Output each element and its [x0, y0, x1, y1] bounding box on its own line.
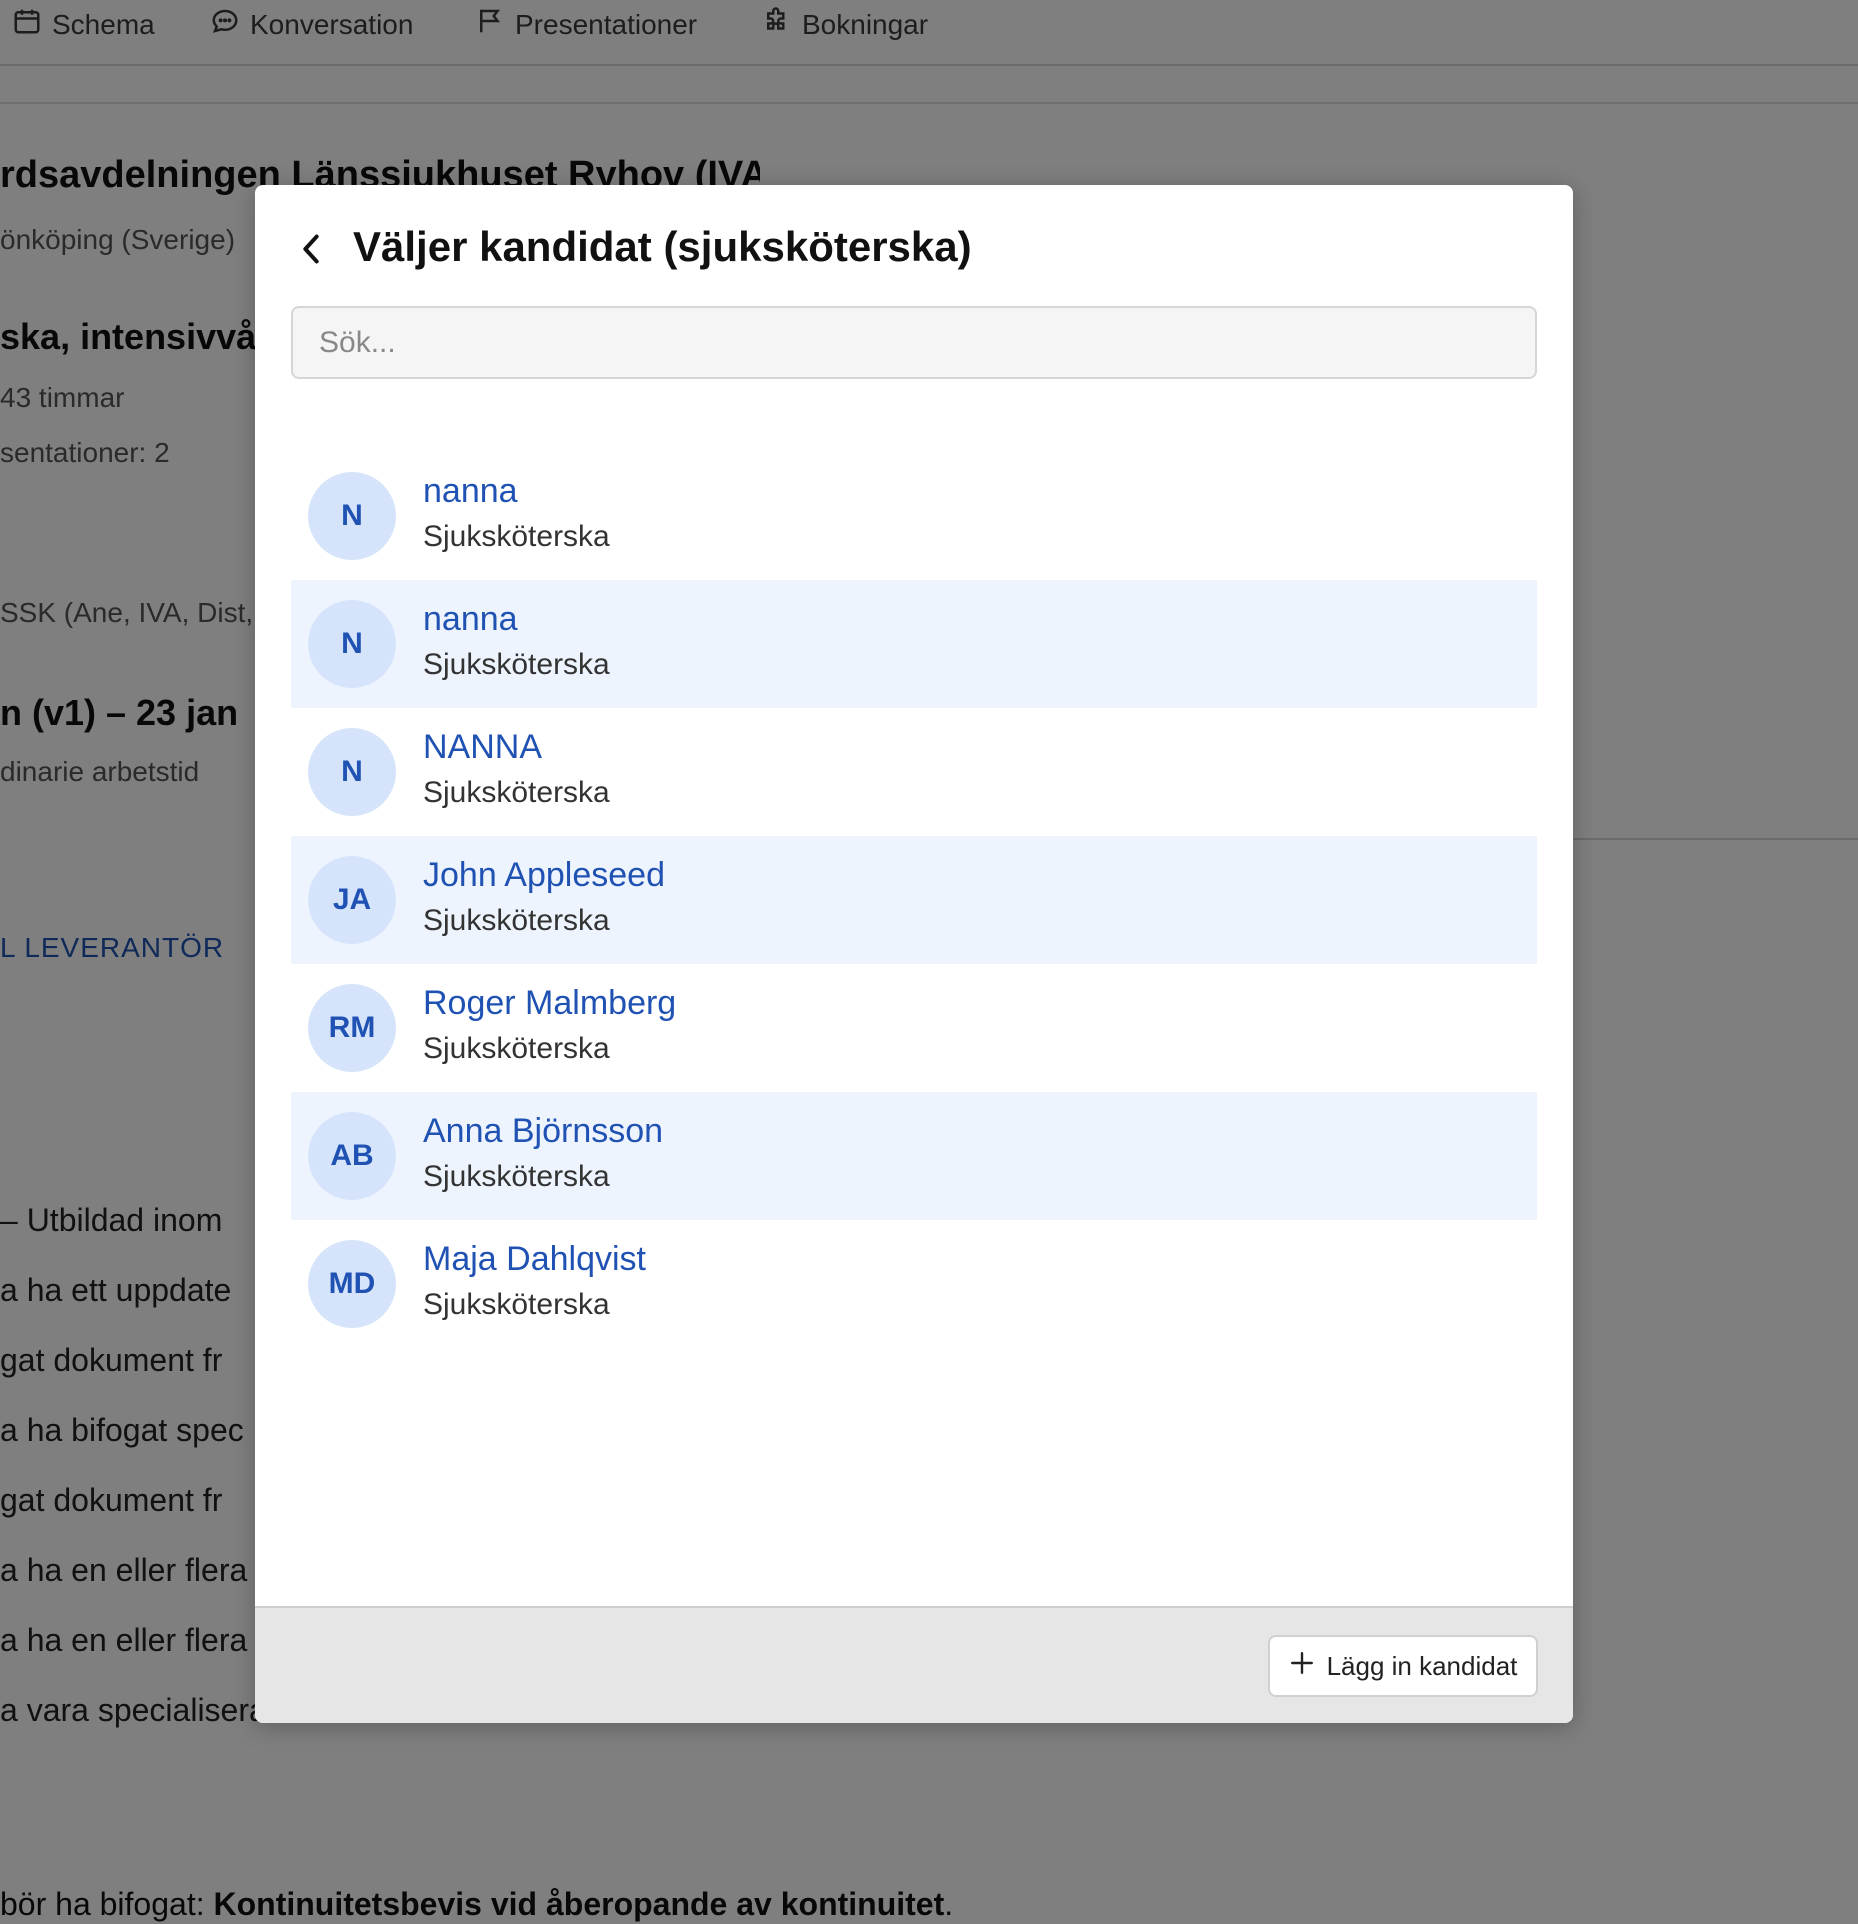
avatar: MD	[308, 1240, 396, 1328]
candidate-row[interactable]: MD Maja Dahlqvist Sjuksköterska	[291, 1220, 1537, 1348]
candidate-list: N nanna Sjuksköterska N nanna Sjuksköter…	[291, 452, 1537, 1348]
avatar: N	[308, 472, 396, 560]
candidate-row[interactable]: N nanna Sjuksköterska	[291, 580, 1537, 708]
candidate-role: Sjuksköterska	[423, 904, 610, 937]
candidate-role: Sjuksköterska	[423, 776, 610, 809]
candidate-row[interactable]: AB Anna Björnsson Sjuksköterska	[291, 1092, 1537, 1220]
back-button[interactable]	[291, 229, 331, 273]
candidate-name: Maja Dahlqvist	[423, 1240, 646, 1278]
candidate-role: Sjuksköterska	[423, 1288, 610, 1321]
candidate-name: nanna	[423, 472, 518, 510]
avatar: AB	[308, 1112, 396, 1200]
avatar: N	[308, 600, 396, 688]
candidate-name: John Appleseed	[423, 856, 665, 894]
modal-title: Väljer kandidat (sjuksköterska)	[353, 223, 972, 270]
modal-header: Väljer kandidat (sjuksköterska)	[255, 185, 1573, 305]
candidate-name: nanna	[423, 600, 518, 638]
candidate-role: Sjuksköterska	[423, 1160, 610, 1193]
search-input[interactable]	[291, 306, 1537, 379]
avatar: JA	[308, 856, 396, 944]
candidate-role: Sjuksköterska	[423, 1032, 610, 1065]
candidate-name: Roger Malmberg	[423, 984, 677, 1022]
candidate-picker-modal: Väljer kandidat (sjuksköterska) N nanna …	[255, 185, 1573, 1723]
modal-footer: Lägg in kandidat	[255, 1606, 1573, 1723]
candidate-row[interactable]: JA John Appleseed Sjuksköterska	[291, 836, 1537, 964]
candidate-name: NANNA	[423, 728, 543, 766]
candidate-name: Anna Björnsson	[423, 1112, 664, 1150]
candidate-row[interactable]: N NANNA Sjuksköterska	[291, 708, 1537, 836]
candidate-role: Sjuksköterska	[423, 520, 610, 553]
chevron-left-icon	[298, 232, 324, 271]
plus-icon	[1289, 1650, 1315, 1683]
candidate-row[interactable]: RM Roger Malmberg Sjuksköterska	[291, 964, 1537, 1092]
candidate-role: Sjuksköterska	[423, 648, 610, 681]
add-candidate-label: Lägg in kandidat	[1326, 1650, 1518, 1681]
avatar: RM	[308, 984, 396, 1072]
avatar: N	[308, 728, 396, 816]
add-candidate-button[interactable]: Lägg in kandidat	[1268, 1635, 1538, 1697]
candidate-row[interactable]: N nanna Sjuksköterska	[291, 452, 1537, 580]
